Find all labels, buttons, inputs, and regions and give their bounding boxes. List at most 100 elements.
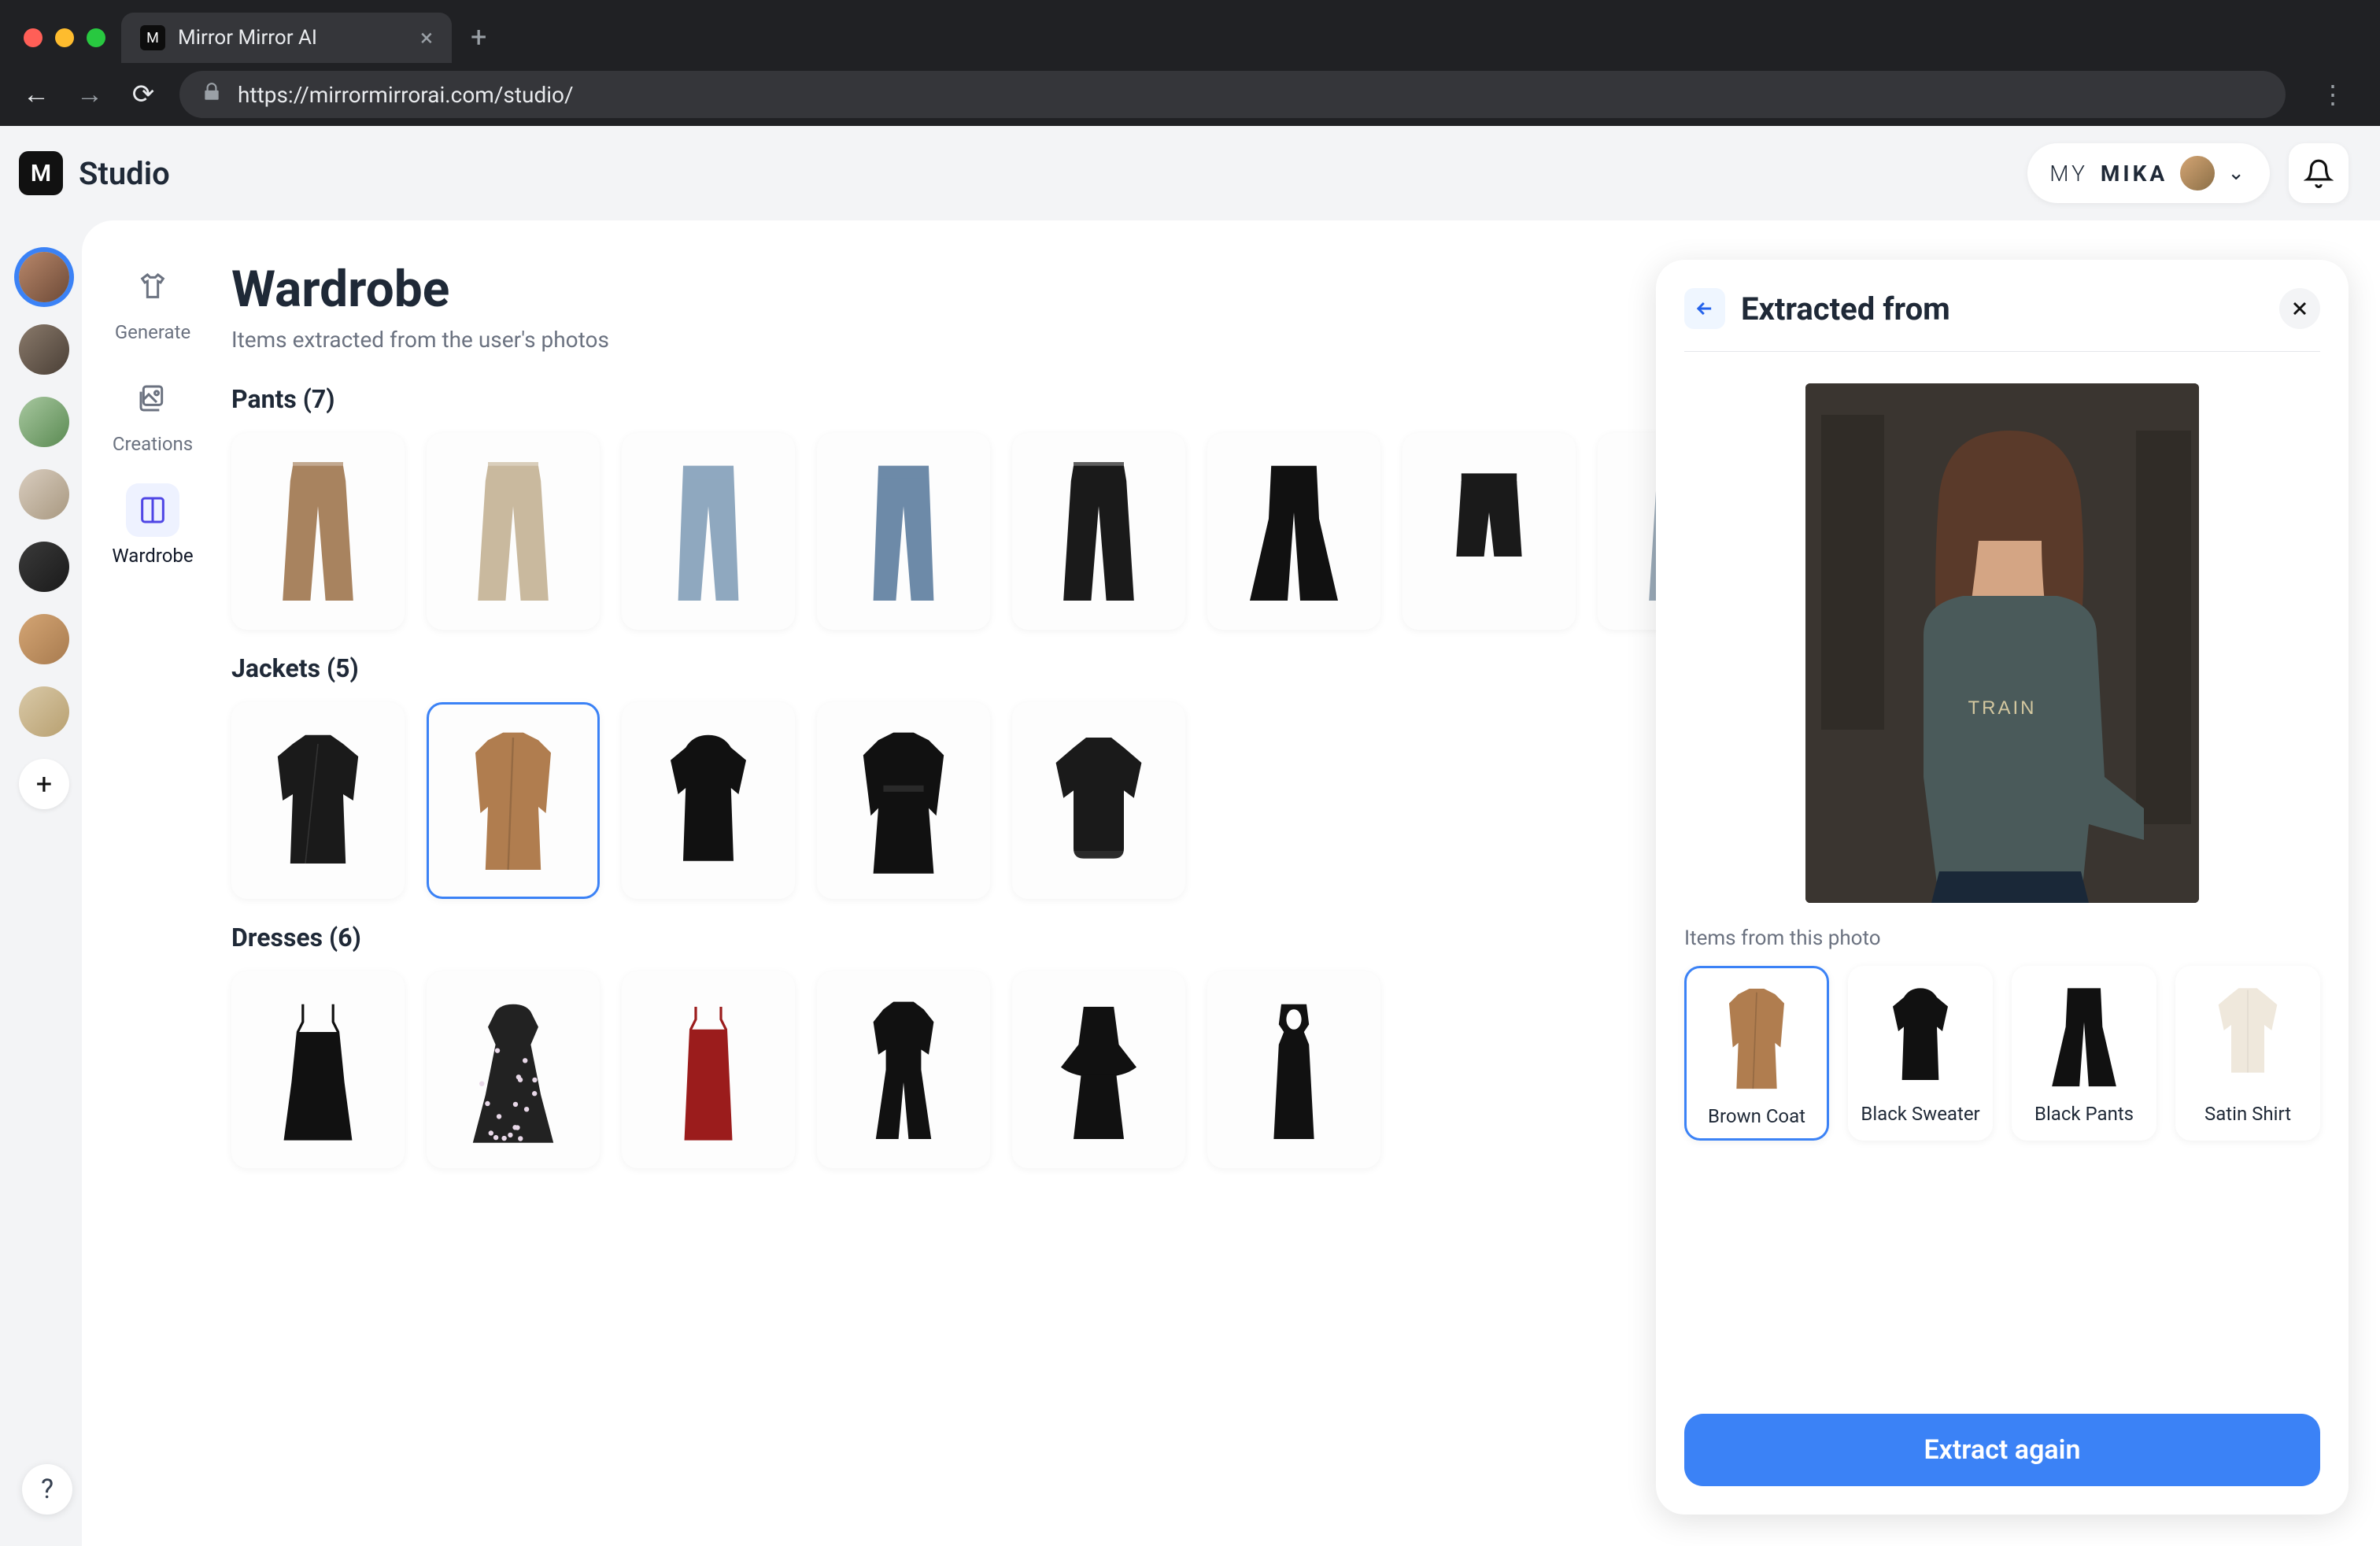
garment-icon: [450, 991, 576, 1148]
tool-label: Generate: [115, 321, 190, 343]
profile-name: MIKA: [2101, 161, 2168, 187]
notifications-button[interactable]: [2289, 143, 2349, 203]
tool-generate[interactable]: Generate: [115, 260, 190, 343]
rail-avatar-5[interactable]: [19, 614, 69, 664]
tool-label: Creations: [113, 433, 193, 455]
browser-tab[interactable]: M Mirror Mirror AI ×: [121, 13, 452, 63]
wardrobe-item-black-trench[interactable]: [817, 702, 990, 899]
reload-icon[interactable]: ⟳: [126, 79, 161, 110]
garment-icon: [1861, 977, 1979, 1095]
app-header: M Studio MY MIKA ⌄: [0, 126, 2380, 220]
wardrobe-item-blue-jeans[interactable]: [817, 433, 990, 630]
extracted-item-label: Black Sweater: [1861, 1103, 1979, 1125]
panel-title: Extracted from: [1741, 290, 1950, 327]
tool-creations[interactable]: Creations: [113, 372, 193, 455]
items-from-photo-label: Items from this photo: [1684, 926, 2320, 950]
tool-label: Wardrobe: [112, 545, 193, 567]
help-button[interactable]: ?: [22, 1464, 72, 1515]
garment-icon: [255, 991, 381, 1148]
wardrobe-item-black-palazzo[interactable]: [1207, 433, 1380, 630]
wardrobe-item-black-cutout-dress[interactable]: [1207, 971, 1380, 1168]
fullscreen-window-icon[interactable]: [87, 28, 105, 47]
rail-avatar-4[interactable]: [19, 542, 69, 592]
garment-icon: [1426, 453, 1552, 610]
panel-back-button[interactable]: [1684, 288, 1725, 329]
panel-close-button[interactable]: [2279, 288, 2320, 329]
close-tab-icon[interactable]: ×: [420, 24, 433, 52]
avatar-rail: +: [6, 220, 82, 1546]
tab-title: Mirror Mirror AI: [178, 26, 317, 50]
rail-avatar-0[interactable]: [19, 252, 69, 302]
address-bar[interactable]: https://mirrormirrorai.com/studio/: [179, 71, 2286, 118]
wardrobe-icon: [126, 483, 179, 537]
extract-button-label: Extract again: [1924, 1434, 2080, 1466]
garment-icon: [2189, 977, 2307, 1095]
garment-icon: [841, 722, 966, 879]
minimize-window-icon[interactable]: [55, 28, 74, 47]
profile-prefix: MY: [2049, 161, 2088, 187]
wardrobe-item-black-leather-shorts[interactable]: [1402, 433, 1576, 630]
bell-icon: [2304, 158, 2334, 188]
garment-icon: [1698, 979, 1816, 1097]
garment-icon: [450, 453, 576, 610]
back-icon[interactable]: ←: [19, 79, 54, 110]
close-window-icon[interactable]: [24, 28, 42, 47]
garment-icon: [645, 722, 771, 879]
garment-icon: [1231, 991, 1357, 1148]
wardrobe-item-black-peplum-dress[interactable]: [1012, 971, 1185, 1168]
extracted-items-row: Brown Coat Black Sweater Black Pants Sat…: [1684, 966, 2320, 1141]
extract-again-button[interactable]: Extract again: [1684, 1414, 2320, 1486]
app-title: Studio: [79, 155, 170, 192]
garment-icon: [1036, 453, 1162, 610]
wardrobe-item-brown-wide-pants[interactable]: [231, 433, 405, 630]
wardrobe-item-black-strap-dress[interactable]: [231, 971, 405, 1168]
forward-icon: →: [72, 79, 107, 110]
wardrobe-item-black-bomber[interactable]: [1012, 702, 1185, 899]
rail-avatar-2[interactable]: [19, 397, 69, 447]
main-card: Generate Creations Wardrobe Wardrobe Ite…: [82, 220, 2380, 1546]
rail-avatar-6[interactable]: [19, 686, 69, 737]
wardrobe-item-floral-midi-dress[interactable]: [427, 971, 600, 1168]
wardrobe-item-red-slip-dress[interactable]: [622, 971, 795, 1168]
lock-icon: [201, 82, 222, 108]
wardrobe-item-beige-wide-pants[interactable]: [427, 433, 600, 630]
wardrobe-item-light-jeans-raw[interactable]: [622, 433, 795, 630]
rail-add-button[interactable]: +: [19, 759, 69, 809]
avatar: [2180, 156, 2215, 190]
wardrobe-item-black-jumpsuit[interactable]: [817, 971, 990, 1168]
garment-icon: [255, 722, 381, 879]
chevron-down-icon: ⌄: [2227, 161, 2248, 185]
profile-menu[interactable]: MY MIKA ⌄: [2027, 143, 2270, 203]
tab-favicon: M: [140, 25, 165, 50]
extracted-item-2[interactable]: Black Pants: [2012, 966, 2156, 1141]
browser-chrome: M Mirror Mirror AI × + ← → ⟳ https://mir…: [0, 0, 2380, 126]
rail-avatar-3[interactable]: [19, 469, 69, 520]
wardrobe-item-black-biker-jacket[interactable]: [231, 702, 405, 899]
extracted-item-1[interactable]: Black Sweater: [1848, 966, 1993, 1141]
new-tab-button[interactable]: +: [452, 20, 505, 63]
tool-wardrobe[interactable]: Wardrobe: [112, 483, 193, 567]
garment-icon: [841, 453, 966, 610]
garment-icon: [645, 453, 771, 610]
garment-icon: [2025, 977, 2143, 1095]
browser-menu-icon[interactable]: ⋮: [2304, 80, 2361, 109]
garment-icon: [255, 453, 381, 610]
extracted-item-3[interactable]: Satin Shirt: [2175, 966, 2320, 1141]
garment-icon: [450, 722, 576, 879]
extracted-item-label: Brown Coat: [1708, 1105, 1805, 1127]
wardrobe-item-black-trousers[interactable]: [1012, 433, 1185, 630]
wardrobe-item-black-sweater-dress[interactable]: [622, 702, 795, 899]
tool-sidebar: Generate Creations Wardrobe: [82, 220, 224, 1546]
svg-text:TRAIN: TRAIN: [1968, 697, 2037, 719]
close-icon: [2289, 298, 2311, 320]
source-photo[interactable]: TRAIN: [1805, 383, 2199, 903]
arrow-left-icon: [1694, 298, 1716, 320]
extracted-item-0[interactable]: Brown Coat: [1684, 966, 1829, 1141]
shirt-icon: [126, 260, 179, 313]
garment-icon: [1036, 722, 1162, 879]
garment-icon: [841, 991, 966, 1148]
url-text: https://mirrormirrorai.com/studio/: [238, 82, 574, 108]
rail-avatar-1[interactable]: [19, 324, 69, 375]
app-logo[interactable]: M: [19, 151, 63, 195]
wardrobe-item-brown-coat[interactable]: [427, 702, 600, 899]
